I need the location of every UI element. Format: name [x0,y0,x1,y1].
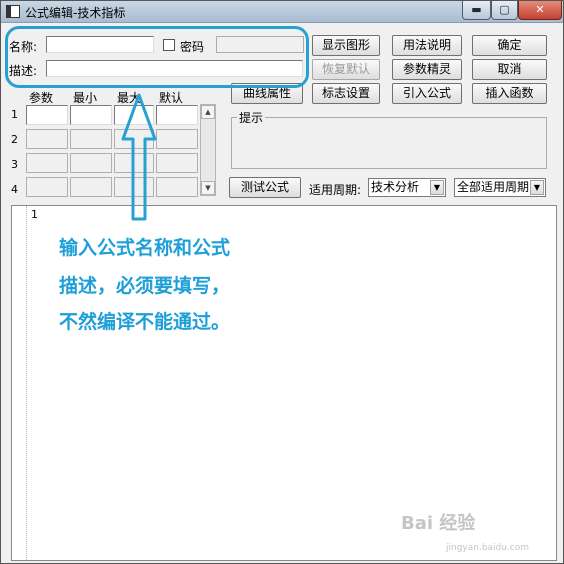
param-cell[interactable] [156,129,198,149]
param-cell[interactable] [26,129,68,149]
import-formula-button[interactable]: 引入公式 [392,83,462,104]
hint-groupbox [231,117,547,169]
editor-gutter [12,206,27,560]
scroll-up-icon[interactable]: ▲ [201,105,215,119]
param-cell[interactable] [156,105,198,125]
watermark-url: jingyan.baidu.com [446,543,530,553]
restore-default-button[interactable]: 恢复默认 [312,59,380,80]
annotation-arrow-icon [121,93,157,221]
formula-editor-window: 公式编辑-技术指标 ▬ ▢ ✕ 名称: 密码 描述: 显示图形 用法说明 确定 … [0,0,564,564]
annotation-line-1: 输入公式名称和公式 [59,237,231,259]
title-bar[interactable]: 公式编辑-技术指标 ▬ ▢ ✕ [1,1,563,23]
period-select[interactable]: 全部适用周期 ▼ [454,178,546,197]
window-icon [6,5,20,18]
maximize-button[interactable]: ▢ [491,1,518,20]
param-row-number: 2 [11,133,18,146]
annotation-line-2: 描述，必须要填写， [59,275,231,297]
param-scrollbar[interactable]: ▲ ▼ [200,104,216,196]
chevron-down-icon[interactable]: ▼ [530,180,544,195]
param-wizard-button[interactable]: 参数精灵 [392,59,462,80]
param-cell[interactable] [70,177,112,197]
period-value: 全部适用周期 [457,180,530,194]
param-cell[interactable] [26,105,68,125]
param-cell[interactable] [70,153,112,173]
cancel-button[interactable]: 取消 [472,59,547,80]
close-button[interactable]: ✕ [518,1,562,20]
param-cell[interactable] [156,153,198,173]
annotation-highlight [5,26,309,88]
param-cell[interactable] [156,177,198,197]
minimize-button[interactable]: ▬ [462,1,491,20]
annotation-line-3: 不然编译不能通过。 [59,311,231,333]
param-cell[interactable] [26,177,68,197]
param-row-number: 3 [11,158,18,171]
formula-type-value: 技术分析 [371,180,420,194]
usage-button[interactable]: 用法说明 [392,35,462,56]
hint-label: 提示 [237,109,266,126]
window-title: 公式编辑-技术指标 [25,6,126,20]
scroll-down-icon[interactable]: ▼ [201,181,215,195]
param-header-min: 最小 [73,91,98,105]
line-number: 1 [31,208,38,221]
param-row-number: 4 [11,183,18,196]
watermark-logo: Bai 经验 [401,513,476,534]
chevron-down-icon[interactable]: ▼ [430,180,444,195]
param-header-name: 参数 [29,91,54,105]
param-cell[interactable] [70,129,112,149]
show-graph-button[interactable]: 显示图形 [312,35,380,56]
param-cell[interactable] [26,153,68,173]
param-row-number: 1 [11,108,18,121]
param-cell[interactable] [70,105,112,125]
test-formula-button[interactable]: 测试公式 [229,177,301,198]
insert-function-button[interactable]: 插入函数 [472,83,547,104]
param-header-default: 默认 [159,91,184,105]
period-label: 适用周期: [309,183,362,197]
marker-settings-button[interactable]: 标志设置 [312,83,380,104]
formula-type-select[interactable]: 技术分析 ▼ [368,178,446,197]
ok-button[interactable]: 确定 [472,35,547,56]
